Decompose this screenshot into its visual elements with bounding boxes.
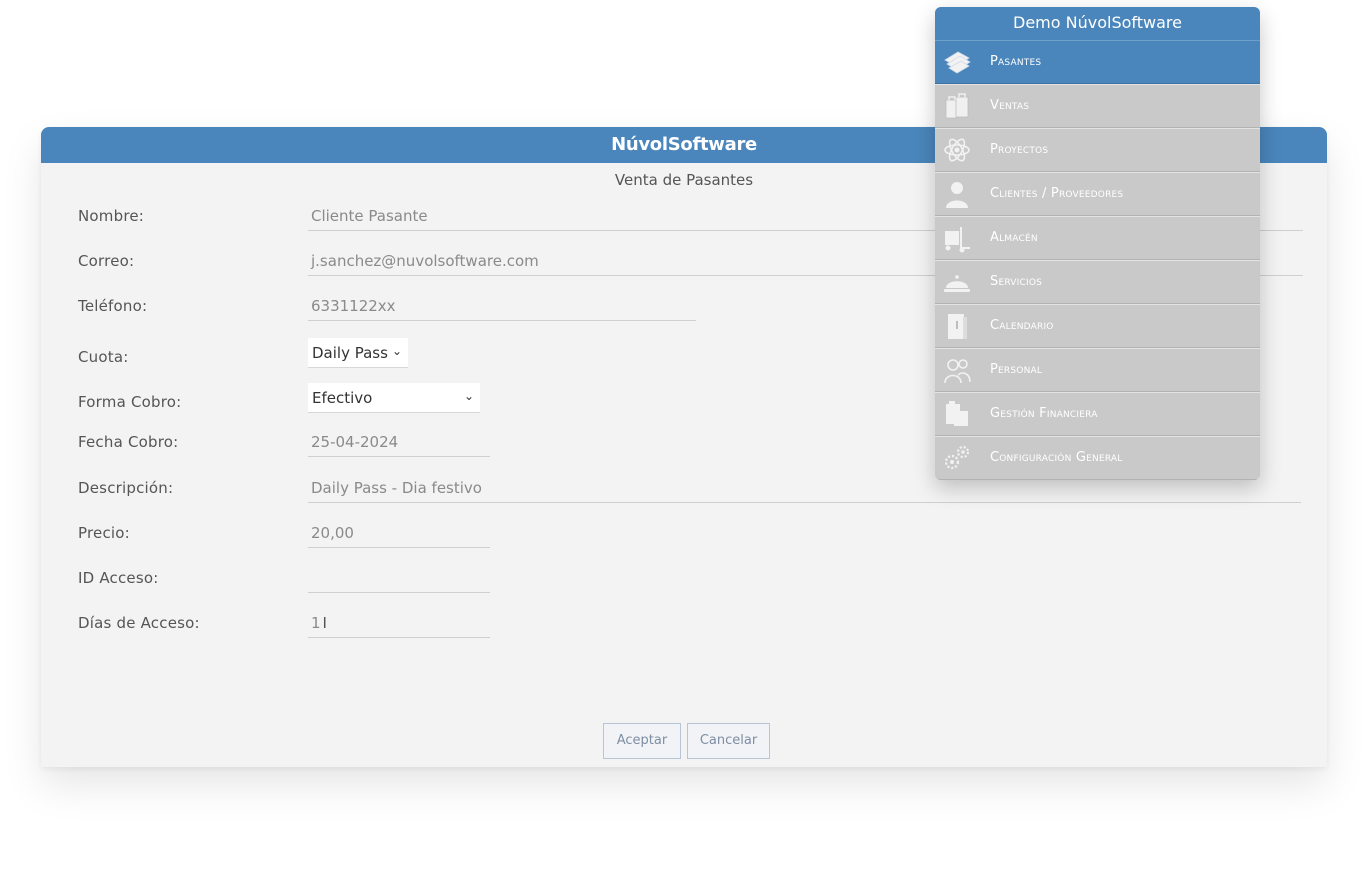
menu-item-ventas[interactable]: Ventas: [935, 84, 1260, 128]
row-telefono: Teléfono: 6331122xx: [78, 293, 778, 323]
nombre-label: Nombre:: [78, 207, 145, 225]
hand-truck-icon: [942, 223, 972, 253]
forma-cobro-value: Efectivo: [312, 389, 373, 407]
precio-label: Precio:: [78, 524, 130, 542]
row-precio: Precio: 20,00: [78, 520, 578, 550]
dias-acceso-value: 1: [311, 614, 321, 632]
precio-input[interactable]: 20,00: [308, 520, 490, 548]
chevron-down-icon: ⌄: [463, 389, 474, 403]
person-icon: [942, 179, 972, 209]
fecha-cobro-input[interactable]: 25-04-2024: [308, 429, 490, 457]
chevron-down-icon: ⌄: [391, 344, 402, 358]
menu-item-configuracion-general[interactable]: Configuración General: [935, 436, 1260, 480]
menu-item-personal[interactable]: Personal: [935, 348, 1260, 392]
menu-item-proyectos[interactable]: Proyectos: [935, 128, 1260, 172]
menu-item-pasantes[interactable]: Pasantes: [935, 40, 1260, 84]
id-acceso-input[interactable]: [308, 565, 490, 593]
dias-acceso-input[interactable]: 1I: [308, 610, 490, 638]
row-dias-acceso: Días de Acceso: 1I: [78, 610, 578, 640]
forma-cobro-select[interactable]: Efectivo ⌄: [308, 383, 480, 413]
telefono-label: Teléfono:: [78, 297, 148, 315]
staff-icon: [942, 355, 972, 385]
menu-item-label: Almacén: [990, 230, 1038, 245]
main-menu: Demo NúvolSoftware Pasantes Ventas Proye…: [935, 7, 1260, 480]
menu-item-gestion-financiera[interactable]: Gestión Financiera: [935, 392, 1260, 436]
shopping-bags-icon: [942, 91, 972, 121]
text-cursor-icon: I: [322, 614, 327, 632]
dias-acceso-label: Días de Acceso:: [78, 614, 200, 632]
atom-icon: [942, 135, 972, 165]
cuota-value: Daily Pass: [312, 344, 388, 362]
tickets-icon: [942, 47, 972, 77]
fecha-cobro-label: Fecha Cobro:: [78, 433, 179, 451]
menu-item-label: Clientes / Proveedores: [990, 186, 1124, 201]
menu-item-label: Gestión Financiera: [990, 406, 1098, 421]
cuota-label: Cuota:: [78, 348, 129, 366]
menu-item-servicios[interactable]: Servicios: [935, 260, 1260, 304]
row-fecha-cobro: Fecha Cobro: 25-04-2024: [78, 429, 578, 459]
telefono-input[interactable]: 6331122xx: [308, 293, 696, 321]
menu-item-label: Configuración General: [990, 450, 1123, 465]
descripcion-label: Descripción:: [78, 479, 174, 497]
correo-label: Correo:: [78, 252, 135, 270]
menu-item-label: Personal: [990, 362, 1043, 377]
forma-cobro-label: Forma Cobro:: [78, 393, 182, 411]
calendar-icon: [942, 311, 972, 341]
row-forma-cobro: Forma Cobro: Efectivo ⌄: [78, 383, 578, 419]
menu-item-calendario[interactable]: Calendario: [935, 304, 1260, 348]
id-acceso-label: ID Acceso:: [78, 569, 159, 587]
menu-item-label: Servicios: [990, 274, 1043, 289]
row-id-acceso: ID Acceso:: [78, 565, 578, 595]
row-cuota: Cuota: Daily Pass ⌄: [78, 338, 578, 374]
menu-item-label: Proyectos: [990, 142, 1049, 157]
menu-item-label: Calendario: [990, 318, 1054, 333]
service-bell-icon: [942, 267, 972, 297]
finance-icon: [942, 399, 972, 429]
cuota-select[interactable]: Daily Pass ⌄: [308, 338, 408, 368]
menu-title: Demo NúvolSoftware: [935, 7, 1260, 40]
menu-item-clientes-proveedores[interactable]: Clientes / Proveedores: [935, 172, 1260, 216]
menu-item-label: Pasantes: [990, 54, 1042, 69]
menu-item-almacen[interactable]: Almacén: [935, 216, 1260, 260]
gears-icon: [942, 443, 972, 473]
accept-button[interactable]: Aceptar: [603, 723, 681, 759]
cancel-button[interactable]: Cancelar: [687, 723, 770, 759]
menu-item-label: Ventas: [990, 98, 1030, 113]
